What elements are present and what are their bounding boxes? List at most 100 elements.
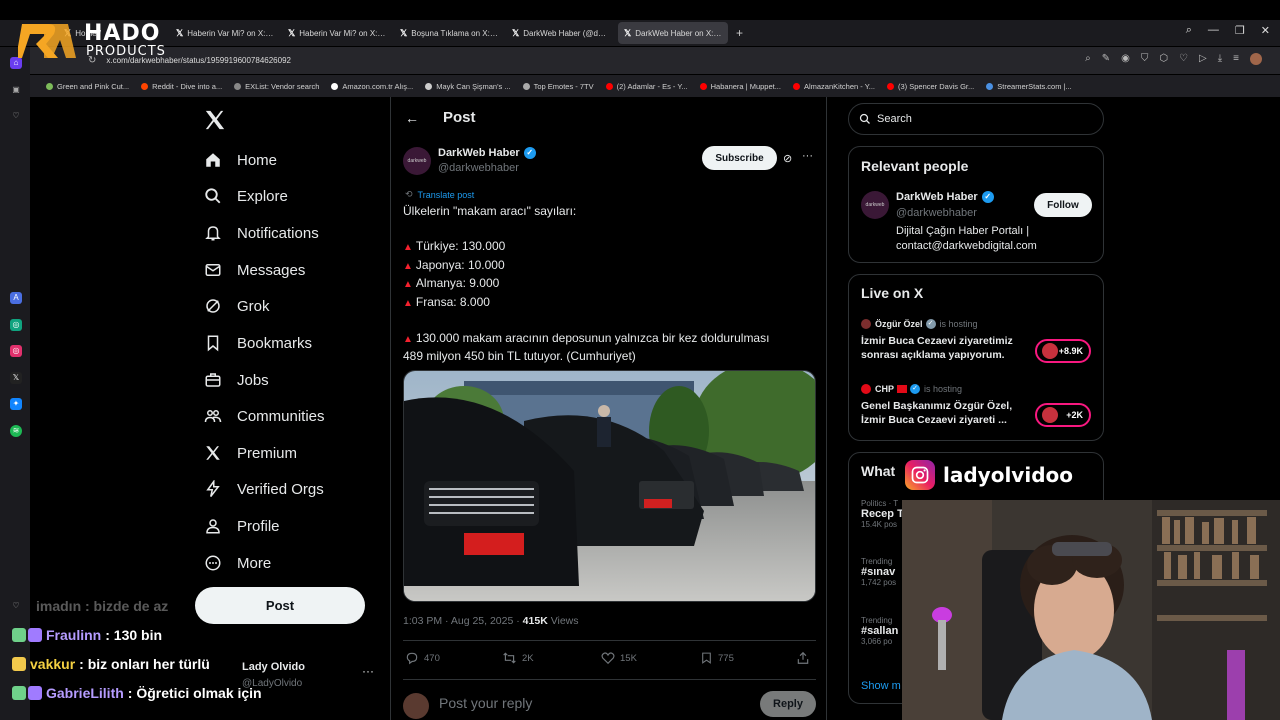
author-avatar[interactable]: darkweb — [403, 147, 431, 175]
post-text-spacer — [403, 221, 818, 239]
close-icon[interactable]: ✕ — [1261, 24, 1270, 37]
bookmark-item[interactable]: Amazon.com.tr Alış... — [331, 82, 413, 91]
bookmark-item[interactable]: Top Emotes - 7TV — [522, 82, 594, 91]
back-arrow-icon[interactable]: ← — [405, 110, 419, 126]
nav-item-notifications[interactable]: Notifications — [204, 219, 319, 247]
show-more-link[interactable]: Show m — [861, 680, 901, 692]
relevant-person-name[interactable]: DarkWeb Haber ✓ — [896, 191, 994, 203]
instagram-icon[interactable]: ◎ — [10, 345, 22, 357]
nav-item-communities[interactable]: Communities — [204, 402, 325, 430]
bookmark-action[interactable]: 775 — [700, 651, 734, 665]
repost-action[interactable]: 2K — [502, 651, 534, 665]
heart-icon[interactable]: ♡ — [10, 600, 22, 612]
views-count: 415K — [522, 615, 548, 627]
trend-item[interactable]: Trending #sınav 1,742 pos — [861, 557, 896, 587]
nav-item-profile[interactable]: Profile — [204, 512, 280, 540]
listener-count[interactable]: +8.9K — [1035, 339, 1091, 363]
more-dots-icon[interactable]: ··· — [802, 150, 813, 162]
nav-item-verified-orgs[interactable]: Verified Orgs — [204, 475, 324, 503]
zoom-icon[interactable]: ⌕ — [1085, 53, 1091, 65]
menu-icon[interactable]: ≡ — [1233, 53, 1239, 65]
spotify-icon[interactable]: ≋ — [10, 425, 22, 437]
search-tabs-icon[interactable]: ⌕ — [1186, 24, 1192, 37]
author-name[interactable]: DarkWeb Haber ✓ — [438, 147, 536, 159]
reply-button[interactable]: Reply — [760, 691, 816, 717]
post-text-line: Ülkelerin "makam aracı" sayıları: — [403, 204, 577, 218]
app-icon[interactable]: A — [10, 292, 22, 304]
reply-composer: Post your reply Reply — [403, 691, 816, 719]
browser-tab-bar: 𝕏Home / 𝕏Haberin Var Mi? on X: "Ba 𝕏Habe… — [0, 20, 1280, 46]
listener-count[interactable]: +2K — [1035, 403, 1091, 427]
bookmark-favicon-icon — [331, 82, 339, 90]
profile-avatar-icon[interactable] — [1250, 53, 1262, 65]
bookmark-item[interactable]: EXList: Vendor search — [234, 82, 319, 91]
host-avatar — [861, 319, 871, 329]
verified-badge-icon: ✓ — [925, 319, 936, 329]
search-icon — [859, 113, 870, 124]
nav-item-messages[interactable]: Messages — [204, 256, 305, 284]
browser-tab[interactable]: 𝕏 Haberin Var Mi? on X: "Ba — [170, 22, 280, 44]
nav-item-jobs[interactable]: Jobs — [204, 366, 269, 394]
x-logo-icon[interactable] — [204, 109, 226, 131]
maximize-icon[interactable]: ❐ — [1235, 24, 1245, 37]
share-icon — [797, 651, 809, 664]
post-image[interactable] — [403, 370, 816, 602]
grok-icon — [206, 299, 220, 313]
like-action[interactable]: 15K — [601, 651, 637, 665]
heart-icon[interactable]: ♡ — [1179, 53, 1188, 65]
download-icon[interactable]: ⤓ — [1218, 53, 1222, 65]
bookmark-item[interactable]: (2) Adamlar - Es - Y... — [605, 82, 688, 91]
bookmark-item[interactable]: Reddit - Dive into a... — [141, 82, 222, 91]
bookmark-count: 775 — [718, 652, 734, 664]
browser-tab[interactable]: 𝕏 Haberin Var Mi? on X: "Cu — [282, 22, 392, 44]
card-title: What — [861, 463, 896, 479]
shield-icon[interactable]: ⛉ — [1141, 53, 1149, 65]
bookmark-item[interactable]: Habanera | Muppet... — [699, 82, 781, 91]
bookmark-item[interactable]: (3) Spencer Davis Gr... — [886, 82, 974, 91]
bookmark-item[interactable]: Mayk Can Şişman's ... — [425, 82, 511, 91]
chatgpt-icon[interactable]: ◎ — [10, 319, 22, 331]
translate-post-link[interactable]: ⟲ Translate post — [405, 189, 474, 200]
search-input[interactable]: Search — [848, 103, 1104, 135]
chat-badges — [12, 628, 42, 642]
nav-item-more[interactable]: More — [204, 549, 271, 577]
nav-item-home[interactable]: Home — [204, 146, 277, 174]
camera-icon[interactable]: ◉ — [1121, 53, 1130, 65]
browser-tab[interactable]: 𝕏 DarkWeb Haber (@darkw — [506, 22, 616, 44]
nav-item-bookmarks[interactable]: Bookmarks — [204, 329, 312, 357]
reply-input[interactable]: Post your reply — [439, 695, 532, 711]
bookmark-item[interactable]: Green and Pink Cut... — [46, 82, 129, 91]
bluesky-icon[interactable]: ✦ — [10, 398, 22, 410]
minimize-icon[interactable]: — — [1208, 24, 1219, 37]
like-count: 15K — [620, 652, 637, 664]
more-circle-icon — [205, 555, 221, 571]
browser-tab[interactable]: 𝕏 Boşuna Tıklama on X: "İst — [394, 22, 504, 44]
briefcase-icon[interactable]: ▣ — [10, 84, 22, 96]
repost-icon — [503, 652, 516, 664]
nav-item-explore[interactable]: Explore — [204, 182, 288, 210]
share-action[interactable] — [796, 651, 815, 665]
nav-item-grok[interactable]: Grok — [204, 292, 270, 320]
post-text-spacer — [403, 312, 818, 330]
x-favicon-icon: 𝕏 — [400, 27, 408, 38]
post-text-line: ▲ 130.000 makam aracının deposunun yalnız… — [403, 330, 770, 345]
bookmark-item[interactable]: StreamerStats.com |... — [986, 82, 1072, 91]
edit-icon[interactable]: ✎ — [1102, 53, 1110, 65]
heart-icon[interactable]: ♡ — [10, 110, 22, 122]
chat-message: GabrieLilith: Öğretici olmak için — [12, 685, 432, 701]
follow-button[interactable]: Follow — [1034, 193, 1092, 217]
new-tab-icon[interactable]: + — [736, 26, 743, 40]
bookmark-item[interactable]: AlmazanKitchen - Y... — [792, 82, 875, 91]
browser-tab-active[interactable]: 𝕏 DarkWeb Haber on X: "Ül — [618, 22, 728, 44]
trend-item[interactable]: Politics · T Recep T 15.4K pos — [861, 499, 904, 529]
subscribe-button[interactable]: Subscribe — [702, 146, 777, 170]
x-icon[interactable]: 𝕏 — [10, 372, 22, 384]
grok-icon[interactable]: ⊘ — [783, 152, 792, 165]
author-handle[interactable]: @darkwebhaber — [438, 162, 519, 174]
cube-icon[interactable]: ⬡ — [1159, 53, 1168, 65]
play-icon[interactable]: ▷ — [1199, 53, 1207, 65]
avatar[interactable]: darkweb — [861, 191, 889, 219]
nav-item-premium[interactable]: Premium — [204, 439, 297, 467]
trend-item[interactable]: Trending #sallan 3,066 po — [861, 616, 898, 646]
brand-main-text: HADO — [84, 21, 161, 46]
